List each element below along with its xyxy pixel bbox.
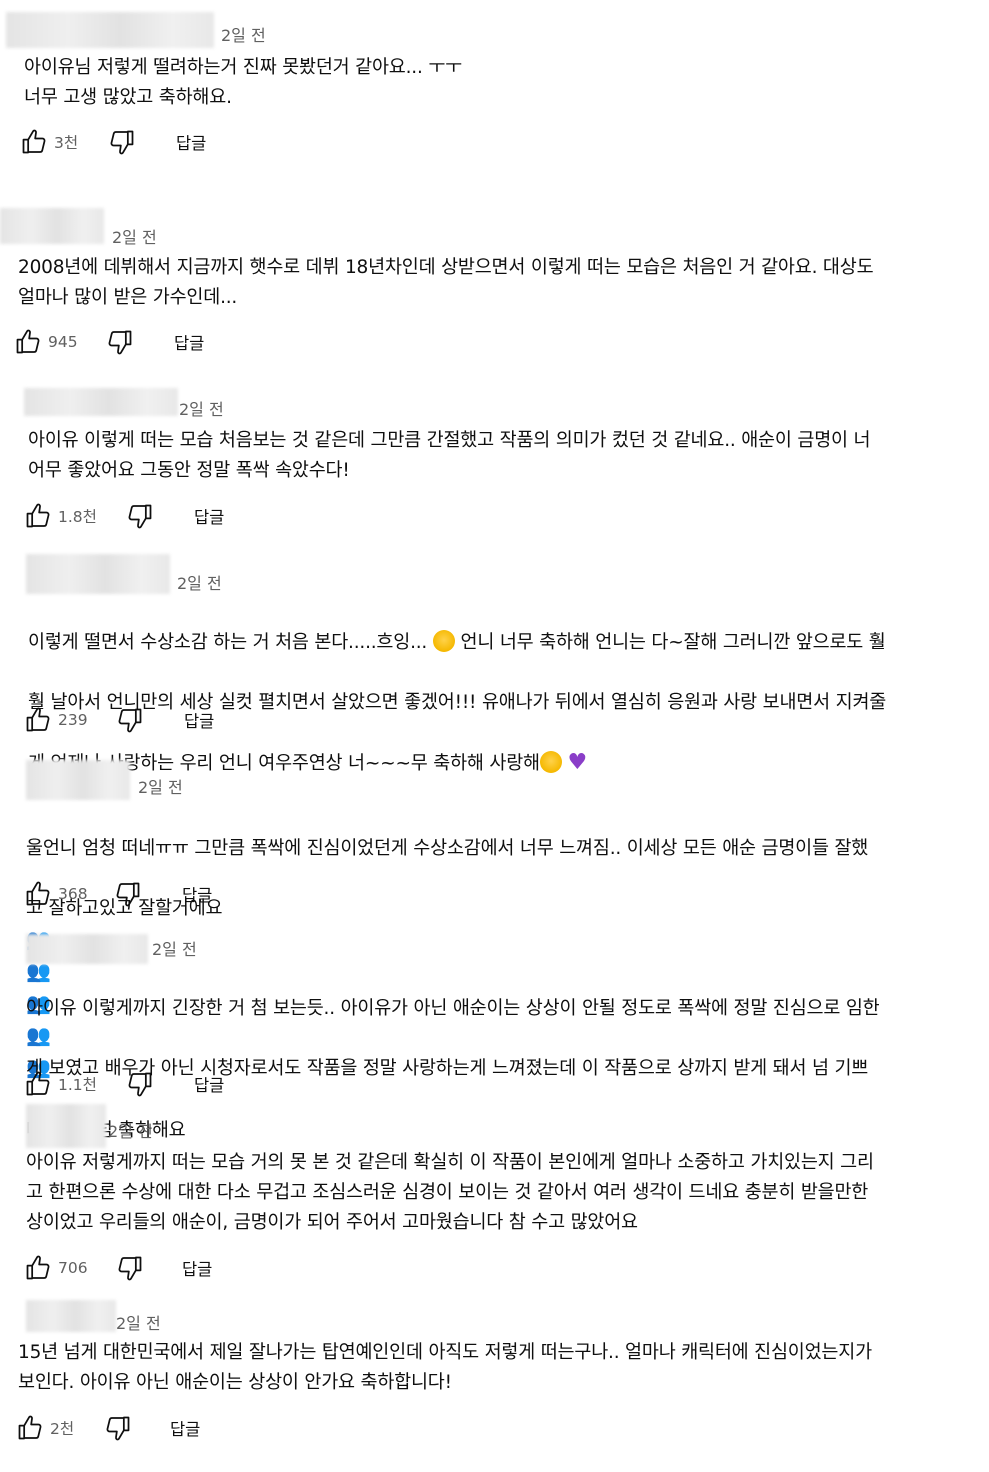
comment-text: 아이유 저렇게까지 떠는 모습 거의 못 본 것 같은데 확실히 이 작품이 본… bbox=[26, 1152, 874, 1233]
pleading-face-emoji bbox=[432, 630, 455, 652]
like-button[interactable]: 1.8천 bbox=[22, 500, 97, 532]
like-count: 239 bbox=[58, 711, 88, 729]
comment-timestamp[interactable]: 2일 전 bbox=[116, 1310, 161, 1334]
comment-item: 2일 전 아이유 이렇게까지 긴장한 거 첨 보는듯.. 아이유가 아닌 애순이… bbox=[0, 930, 989, 1141]
like-count: 368 bbox=[58, 885, 88, 903]
thumbs-up-icon bbox=[22, 704, 54, 736]
thumbs-up-icon bbox=[22, 1068, 54, 1100]
thumbs-down-icon bbox=[124, 500, 156, 532]
thumbs-down-icon bbox=[102, 1412, 134, 1444]
thumbs-down-icon bbox=[104, 326, 136, 358]
author-name-redacted bbox=[26, 1104, 106, 1148]
comment-text: 아이유님 저렇게 떨려하는거 진짜 못봤던거 같아요... ㅜㅜ 너무 고생 많… bbox=[24, 57, 462, 108]
thumbs-down-icon bbox=[112, 878, 144, 910]
reply-button[interactable]: 답글 bbox=[184, 708, 214, 732]
dislike-button[interactable] bbox=[112, 878, 144, 910]
reply-button[interactable]: 답글 bbox=[194, 1072, 224, 1096]
thumbs-down-icon bbox=[106, 126, 138, 158]
comment-text: 아이유 이렇게 떠는 모습 처음보는 것 같은데 그만큼 간절했고 작품의 의미… bbox=[28, 430, 871, 481]
comment-actions: 368 답글 bbox=[22, 878, 322, 910]
thumbs-down-icon bbox=[114, 704, 146, 736]
author-name-redacted bbox=[0, 208, 104, 244]
comment-item: 2일 전 아이유 저렇게까지 떠는 모습 거의 못 본 것 같은데 확실히 이 … bbox=[0, 1102, 989, 1292]
author-name-redacted bbox=[26, 554, 170, 594]
comment-item: 2일 전 아이유님 저렇게 떨려하는거 진짜 못봤던거 같아요... ㅜㅜ 너무… bbox=[0, 0, 989, 180]
thumbs-up-icon bbox=[22, 500, 54, 532]
thumbs-down-icon bbox=[124, 1068, 156, 1100]
author-name-redacted bbox=[26, 760, 130, 800]
dislike-button[interactable] bbox=[104, 326, 136, 358]
comment-timestamp[interactable]: 2일 전 bbox=[177, 570, 222, 594]
dislike-button[interactable] bbox=[114, 704, 146, 736]
thumbs-down-icon bbox=[114, 1252, 146, 1284]
reply-button[interactable]: 답글 bbox=[174, 330, 204, 354]
comment-actions: 2천 답글 bbox=[14, 1412, 314, 1444]
comment-actions: 706 답글 bbox=[22, 1252, 322, 1284]
like-count: 1.8천 bbox=[58, 508, 97, 526]
author-name-redacted bbox=[26, 934, 148, 964]
comment-actions: 1.1천 답글 bbox=[22, 1068, 322, 1100]
comment-item: 2일 전 2008년에 데뷔해서 지금까지 햇수로 데뷔 18년차인데 상받으면… bbox=[0, 200, 989, 380]
comment-text-line: 울언니 엄청 떠네ㅠㅠ 그만큼 폭싹에 진심이었던게 수상소감에서 너무 느껴짐… bbox=[26, 838, 869, 859]
like-button[interactable]: 368 bbox=[22, 878, 88, 910]
comment-actions: 239 답글 bbox=[22, 704, 322, 736]
comment-timestamp[interactable]: 2일 전 bbox=[108, 1118, 153, 1142]
thumbs-up-icon bbox=[22, 1252, 54, 1284]
dislike-button[interactable] bbox=[106, 126, 138, 158]
dislike-button[interactable] bbox=[114, 1252, 146, 1284]
comment-actions: 3천 답글 bbox=[18, 126, 318, 158]
comment-item: 2일 전 울언니 엄청 떠네ㅠㅠ 그만큼 폭싹에 진심이었던게 수상소감에서 너… bbox=[0, 758, 989, 1079]
thumbs-up-icon bbox=[12, 326, 44, 358]
author-name-redacted bbox=[6, 12, 214, 48]
reply-button[interactable]: 답글 bbox=[170, 1416, 200, 1440]
comment-text-line: 아이유 이렇게까지 긴장한 거 첨 보는듯.. 아이유가 아닌 애순이는 상상이… bbox=[26, 998, 880, 1019]
like-button[interactable]: 239 bbox=[22, 704, 88, 736]
comment-timestamp[interactable]: 2일 전 bbox=[138, 774, 183, 798]
comment-text-line: 언니 너무 축하해 언니는 다~잘해 그러니깐 앞으로도 훨 bbox=[460, 632, 886, 653]
like-button[interactable]: 706 bbox=[22, 1252, 88, 1284]
comment-timestamp[interactable]: 2일 전 bbox=[152, 936, 197, 960]
dislike-button[interactable] bbox=[124, 1068, 156, 1100]
comment-text-line: 이렇게 떨면서 수상소감 하는 거 처음 본다.....흐잉... bbox=[28, 632, 428, 653]
like-count: 1.1천 bbox=[58, 1076, 97, 1094]
like-count: 945 bbox=[48, 333, 78, 351]
comment-actions: 945 답글 bbox=[12, 326, 312, 358]
reply-button[interactable]: 답글 bbox=[194, 504, 224, 528]
like-count: 2천 bbox=[50, 1420, 75, 1438]
dislike-button[interactable] bbox=[124, 500, 156, 532]
reply-button[interactable]: 답글 bbox=[182, 1256, 212, 1280]
comment-text: 15년 넘게 대한민국에서 제일 잘나가는 탑연예인인데 아직도 저렇게 떠는구… bbox=[18, 1342, 872, 1393]
like-button[interactable]: 945 bbox=[12, 326, 78, 358]
comment-timestamp[interactable]: 2일 전 bbox=[221, 22, 266, 46]
comment-text: 2008년에 데뷔해서 지금까지 햇수로 데뷔 18년차인데 상받으면서 이렇게… bbox=[18, 257, 874, 308]
comment-timestamp[interactable]: 2일 전 bbox=[179, 396, 224, 420]
comment-item: 2일 전 아이유 이렇게 떠는 모습 처음보는 것 같은데 그만큼 간절했고 작… bbox=[0, 382, 989, 552]
thumbs-up-icon bbox=[22, 878, 54, 910]
comment-item: 2일 전 15년 넘게 대한민국에서 제일 잘나가는 탑연예인인데 아직도 저렇… bbox=[0, 1296, 989, 1472]
dislike-button[interactable] bbox=[102, 1412, 134, 1444]
like-button[interactable]: 2천 bbox=[14, 1412, 74, 1444]
reply-button[interactable]: 답글 bbox=[182, 882, 212, 906]
thumbs-up-icon bbox=[14, 1412, 46, 1444]
like-button[interactable]: 3천 bbox=[18, 126, 78, 158]
like-button[interactable]: 1.1천 bbox=[22, 1068, 97, 1100]
thumbs-up-icon bbox=[18, 126, 50, 158]
comment-timestamp[interactable]: 2일 전 bbox=[112, 224, 157, 248]
author-name-redacted bbox=[24, 388, 178, 416]
like-count: 3천 bbox=[54, 134, 79, 152]
comment-item: 2일 전 이렇게 떨면서 수상소감 하는 거 처음 본다.....흐잉... 언… bbox=[0, 552, 989, 775]
reply-button[interactable]: 답글 bbox=[176, 130, 206, 154]
comment-actions: 1.8천 답글 bbox=[22, 500, 322, 532]
author-name-redacted bbox=[26, 1300, 116, 1332]
like-count: 706 bbox=[58, 1259, 88, 1277]
